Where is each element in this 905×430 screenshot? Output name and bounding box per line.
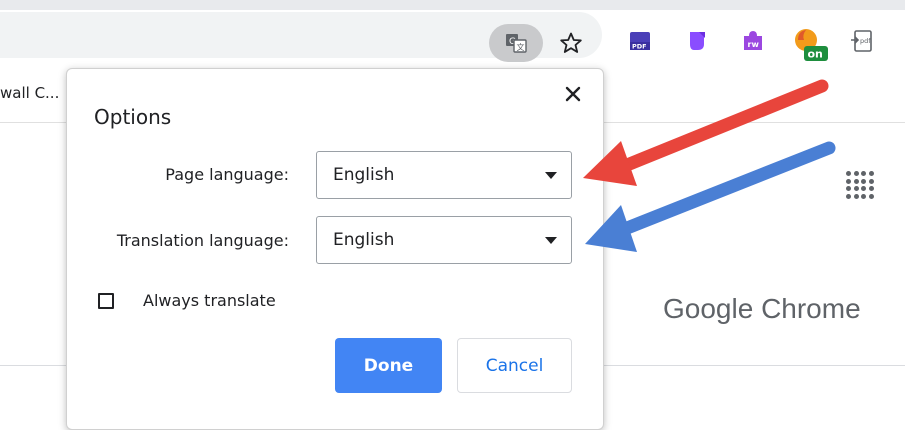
annotation-arrows (583, 79, 836, 252)
